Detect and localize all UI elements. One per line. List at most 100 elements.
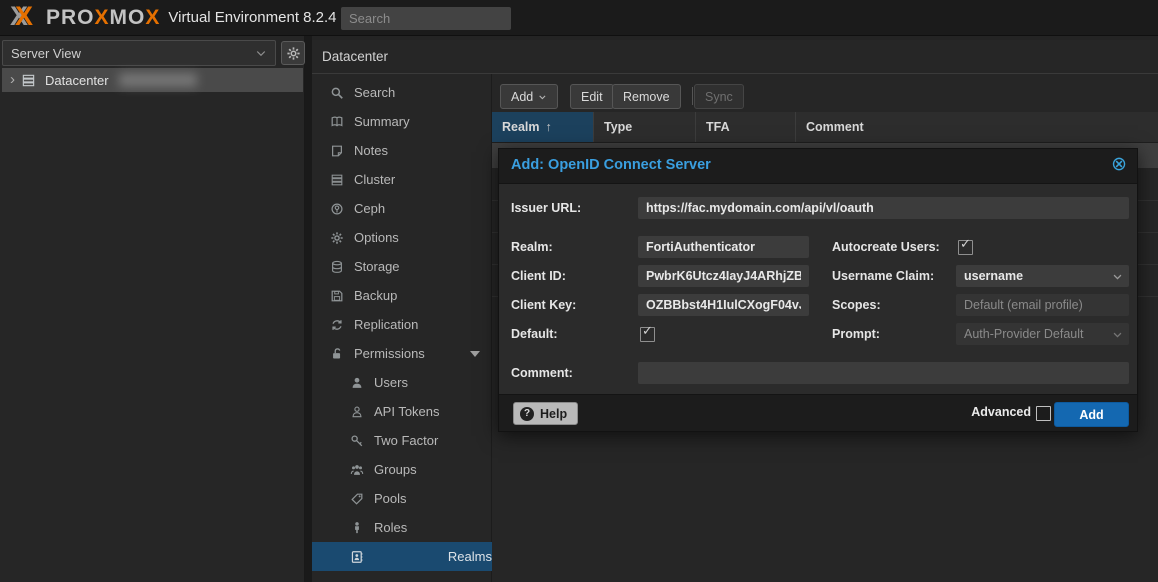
client-id-label: Client ID: — [511, 265, 566, 287]
autocreate-users-checkbox[interactable]: ✓ — [958, 240, 973, 255]
nav-item-permissions[interactable]: Permissions — [312, 339, 492, 368]
database-icon — [330, 260, 344, 274]
realm-label: Realm: — [511, 236, 553, 258]
advanced-label: Advanced — [971, 405, 1031, 419]
gear-icon — [286, 46, 301, 61]
datacenter-icon — [21, 73, 36, 88]
nav-item-pools[interactable]: Pools — [312, 484, 492, 513]
cluster-icon — [330, 173, 344, 187]
partial-icon — [330, 579, 344, 582]
resource-tree-panel: Server View › Datacenter — [0, 36, 305, 582]
chevron-down-icon — [255, 47, 267, 59]
add-submit-button[interactable]: Add — [1054, 402, 1129, 427]
nav-item-summary[interactable]: Summary — [312, 107, 492, 136]
column-header-realm[interactable]: Realm ↑ — [492, 112, 594, 142]
realms-toolbar: Add Edit Remove Sync — [492, 74, 1158, 112]
nav-item-storage[interactable]: Storage — [312, 252, 492, 281]
content-panel-header: Datacenter — [312, 40, 1158, 74]
proxmox-logo-icon: X X — [10, 5, 40, 31]
add-dropdown-button[interactable]: Add — [500, 84, 558, 109]
view-selector-label: Server View — [11, 46, 81, 61]
chevron-down-icon — [538, 92, 547, 102]
floppy-icon — [330, 289, 344, 303]
username-claim-select[interactable]: username — [956, 265, 1129, 287]
prompt-select[interactable]: Auth-Provider Default — [956, 323, 1129, 345]
column-header-comment[interactable]: Comment — [796, 112, 1158, 142]
help-icon: ? — [520, 407, 534, 421]
username-claim-label: Username Claim: — [832, 265, 934, 287]
nav-item-cluster[interactable]: Cluster — [312, 165, 492, 194]
page-title: Datacenter — [322, 49, 388, 64]
sync-arrows-icon — [330, 318, 344, 332]
user-outline-icon — [350, 405, 364, 419]
search-icon — [330, 86, 344, 100]
redacted-hostname — [119, 73, 197, 87]
nav-item-ceph[interactable]: Ceph — [312, 194, 492, 223]
client-key-input[interactable] — [638, 294, 809, 316]
dialog-title: Add: OpenID Connect Server — [511, 157, 711, 173]
add-openid-dialog: Add: OpenID Connect Server ⊗ Issuer URL:… — [498, 148, 1138, 432]
panel-splitter[interactable] — [305, 36, 312, 582]
issuer-url-label: Issuer URL: — [511, 197, 581, 219]
nav-item-options[interactable]: Options — [312, 223, 492, 252]
default-checkbox[interactable]: ✓ — [640, 327, 655, 342]
issuer-url-input[interactable] — [638, 197, 1129, 219]
note-icon — [330, 144, 344, 158]
ceph-icon — [330, 202, 344, 216]
dialog-footer: ? Help Advanced Add — [499, 394, 1137, 431]
client-id-input[interactable] — [638, 265, 809, 287]
view-settings-button[interactable] — [281, 41, 305, 65]
unlock-icon — [330, 347, 344, 361]
remove-button[interactable]: Remove — [612, 84, 681, 109]
nav-item-backup[interactable]: Backup — [312, 281, 492, 310]
scopes-label: Scopes: — [832, 294, 881, 316]
autocreate-users-label: Autocreate Users: — [832, 236, 940, 258]
column-header-tfa[interactable]: TFA — [696, 112, 796, 142]
nav-item-partial[interactable] — [312, 571, 492, 582]
tree-item-label: Datacenter — [45, 73, 109, 88]
nav-item-realms[interactable]: Realms — [312, 542, 498, 571]
datacenter-nav: Search Summary Notes Cluster Ceph — [312, 74, 492, 582]
proxmox-app: X X PROXMOX Virtual Environment 8.2.4 Se… — [0, 0, 1158, 582]
check-icon: ✓ — [960, 237, 971, 252]
nav-item-two-factor[interactable]: Two Factor — [312, 426, 492, 455]
nav-item-api-tokens[interactable]: API Tokens — [312, 397, 492, 426]
edit-button[interactable]: Edit — [570, 84, 614, 109]
gear-icon — [330, 231, 344, 245]
person-icon — [350, 521, 364, 535]
sync-button[interactable]: Sync — [694, 84, 744, 109]
realm-input[interactable] — [638, 236, 809, 258]
nav-item-replication[interactable]: Replication — [312, 310, 492, 339]
nav-item-groups[interactable]: Groups — [312, 455, 492, 484]
section-collapse-icon[interactable] — [470, 351, 480, 357]
client-key-label: Client Key: — [511, 294, 576, 316]
address-book-icon — [350, 550, 364, 564]
tree-expander-icon[interactable]: › — [10, 71, 15, 88]
global-search-input[interactable] — [341, 7, 511, 30]
tag-icon — [350, 492, 364, 506]
nav-item-notes[interactable]: Notes — [312, 136, 492, 165]
view-selector[interactable]: Server View — [2, 40, 276, 66]
dialog-titlebar[interactable]: Add: OpenID Connect Server ⊗ — [499, 149, 1137, 184]
column-header-type[interactable]: Type — [594, 112, 696, 142]
nav-item-users[interactable]: Users — [312, 368, 492, 397]
proxmox-wordmark: PROXMOX — [46, 0, 160, 36]
nav-item-search[interactable]: Search — [312, 78, 492, 107]
comment-input[interactable] — [638, 362, 1129, 384]
advanced-checkbox[interactable] — [1036, 406, 1051, 421]
default-label: Default: — [511, 323, 558, 345]
scopes-input[interactable] — [956, 294, 1129, 316]
version-label: Virtual Environment 8.2.4 — [168, 9, 336, 26]
close-icon[interactable]: ⊗ — [1111, 153, 1127, 175]
key-icon — [350, 434, 364, 448]
nav-item-roles[interactable]: Roles — [312, 513, 492, 542]
chevron-down-icon — [1112, 329, 1123, 340]
top-header: X X PROXMOX Virtual Environment 8.2.4 — [0, 0, 1158, 36]
group-icon — [350, 463, 364, 477]
comment-label: Comment: — [511, 362, 573, 384]
chevron-down-icon — [1112, 271, 1123, 282]
user-icon — [350, 376, 364, 390]
tree-item-datacenter[interactable]: › Datacenter — [2, 68, 303, 92]
help-button[interactable]: ? Help — [513, 402, 578, 425]
sort-asc-icon: ↑ — [546, 120, 552, 134]
